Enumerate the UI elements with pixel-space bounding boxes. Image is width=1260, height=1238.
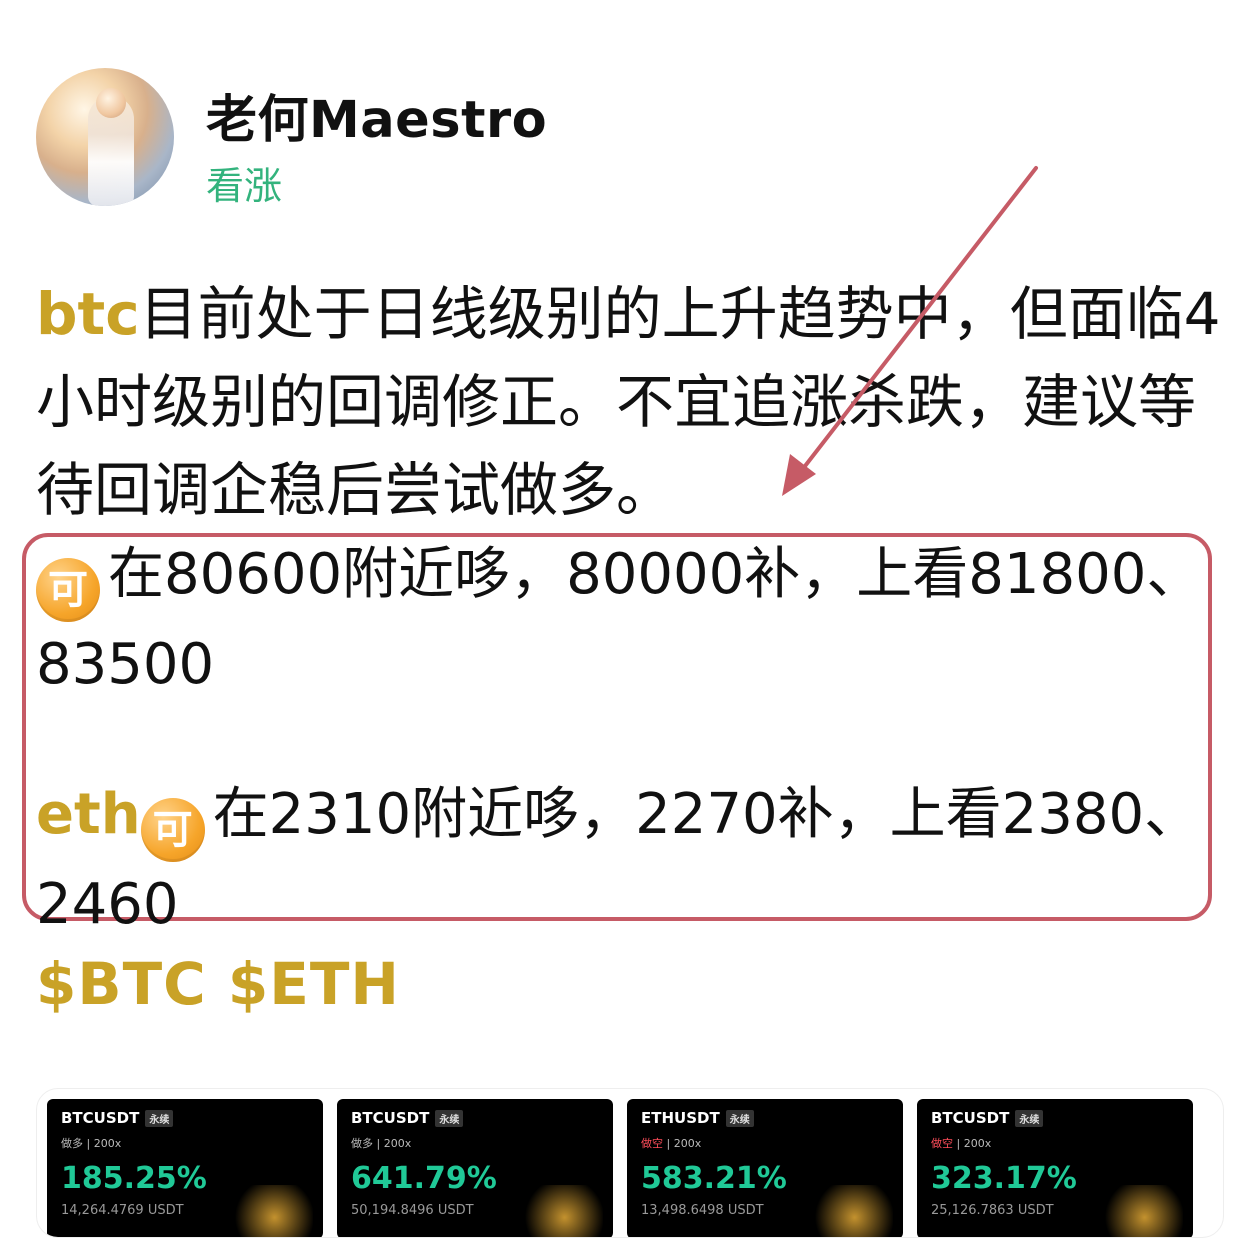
post-body: btc目前处于日线级别的上升趋势中，但面临4 小时级别的回调修正。不宜追涨杀跌，…: [36, 270, 1236, 534]
pnl-pair: BTCUSDT 永续: [351, 1109, 464, 1127]
pnl-percent: 641.79%: [351, 1161, 497, 1196]
pnl-pair: ETHUSDT 永续: [641, 1109, 754, 1127]
profile-name[interactable]: 老何Maestro: [206, 78, 547, 152]
pnl-percent: 323.17%: [931, 1161, 1077, 1196]
pnl-usdt: 50,194.8496 USDT: [351, 1203, 474, 1218]
trade-plan-btc: 可在80600附近哆，80000补，上看81800、83500: [36, 532, 1236, 708]
rocket-art-icon: [797, 1185, 893, 1237]
hashtags[interactable]: $BTC $ETH: [36, 950, 400, 1018]
pnl-card-row: BTCUSDT 永续 做多 | 200x 185.25% 14,264.4769 …: [36, 1088, 1224, 1238]
pnl-side: 做空 | 200x: [931, 1137, 992, 1150]
pnl-pair: BTCUSDT 永续: [931, 1109, 1044, 1127]
pnl-usdt: 25,126.7863 USDT: [931, 1203, 1054, 1218]
pnl-card-3[interactable]: ETHUSDT 永续 做空 | 200x 583.21% 13,498.6498 …: [627, 1099, 903, 1237]
trade-plan-eth-text: 在2310附近哆，2270补，上看2380、2460: [36, 782, 1201, 937]
trade-plan-eth: eth 可在2310附近哆，2270补，上看2380、2460: [36, 772, 1236, 948]
pnl-card-1[interactable]: BTCUSDT 永续 做多 | 200x 185.25% 14,264.4769 …: [47, 1099, 323, 1237]
pnl-side: 做多 | 200x: [61, 1137, 122, 1150]
post-intro-text: 目前处于日线级别的上升趋势中，但面临4 小时级别的回调修正。不宜追涨杀跌，建议等…: [36, 280, 1221, 524]
rocket-art-icon: [1087, 1185, 1183, 1237]
pnl-usdt: 14,264.4769 USDT: [61, 1203, 184, 1218]
coin-badge-icon: 可: [140, 798, 205, 862]
coin-badge-icon: 可: [36, 558, 100, 622]
perpetual-badge: 永续: [1015, 1110, 1044, 1127]
pnl-pair: BTCUSDT 永续: [61, 1109, 174, 1127]
pnl-card-4[interactable]: BTCUSDT 永续 做空 | 200x 323.17% 25,126.7863 …: [917, 1099, 1193, 1237]
trade-plan-btc-text: 在80600附近哆，80000补，上看81800、83500: [36, 542, 1203, 697]
pnl-card-2[interactable]: BTCUSDT 永续 做多 | 200x 641.79% 50,194.8496 …: [337, 1099, 613, 1237]
pnl-percent: 185.25%: [61, 1161, 207, 1196]
perpetual-badge: 永续: [145, 1110, 174, 1127]
pnl-side: 做空 | 200x: [641, 1137, 702, 1150]
avatar[interactable]: [36, 68, 174, 206]
rocket-art-icon: [217, 1185, 313, 1237]
pnl-usdt: 13,498.6498 USDT: [641, 1203, 764, 1218]
pnl-percent: 583.21%: [641, 1161, 787, 1196]
avatar-head-icon: [96, 88, 126, 118]
perpetual-badge: 永续: [435, 1110, 464, 1127]
trade-plan: 可在80600附近哆，80000补，上看81800、83500 eth 可在231…: [36, 532, 1236, 948]
sentiment-tag: 看涨: [206, 164, 283, 208]
token-btc[interactable]: btc: [36, 280, 140, 348]
token-eth[interactable]: eth: [36, 782, 141, 847]
pnl-side: 做多 | 200x: [351, 1137, 412, 1150]
perpetual-badge: 永续: [725, 1110, 754, 1127]
rocket-art-icon: [507, 1185, 603, 1237]
